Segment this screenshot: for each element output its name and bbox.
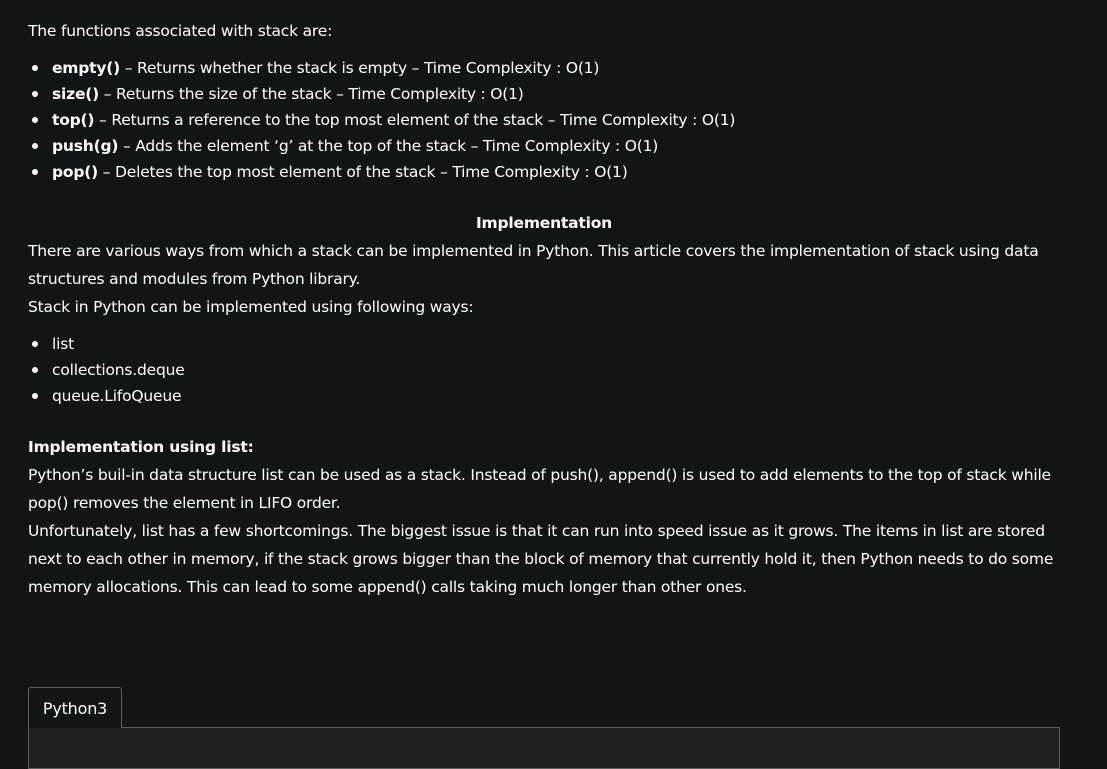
- list-item: pop() – Deletes the top most element of …: [28, 159, 735, 185]
- function-name: top(): [52, 111, 95, 129]
- bullet-icon: [32, 143, 38, 149]
- way-label: queue.LifoQueue: [52, 387, 182, 405]
- code-panel: [28, 727, 1060, 769]
- list-paragraph-1: Python’s buil-in data structure list can…: [28, 466, 1051, 512]
- function-description: – Returns whether the stack is empty – T…: [120, 59, 600, 77]
- list-item: size() – Returns the size of the stack –…: [28, 81, 735, 107]
- way-label: list: [52, 335, 74, 353]
- ways-list: list collections.deque queue.LifoQueue: [28, 331, 185, 409]
- list-item: queue.LifoQueue: [28, 383, 185, 409]
- function-name: push(g): [52, 137, 119, 155]
- bullet-icon: [32, 393, 38, 399]
- way-label: collections.deque: [52, 361, 185, 379]
- ways-intro-text: Stack in Python can be implemented using…: [28, 298, 474, 316]
- function-description: – Returns a reference to the top most el…: [94, 111, 736, 129]
- implementation-heading: Implementation: [475, 214, 612, 232]
- list-item: empty() – Returns whether the stack is e…: [28, 55, 735, 81]
- function-description: – Deletes the top most element of the st…: [98, 163, 628, 181]
- function-description: – Adds the element ‘g’ at the top of the…: [118, 137, 659, 155]
- bullet-icon: [32, 65, 38, 71]
- list-implementation-heading: Implementation using list:: [28, 438, 254, 456]
- bullet-icon: [32, 91, 38, 97]
- list-item: collections.deque: [28, 357, 185, 383]
- functions-list: empty() – Returns whether the stack is e…: [28, 55, 735, 185]
- code-tabs: Python3: [28, 687, 1060, 769]
- function-name: size(): [52, 85, 100, 103]
- bullet-icon: [32, 341, 38, 347]
- tab-python3[interactable]: Python3: [28, 687, 122, 728]
- bullet-icon: [32, 169, 38, 175]
- list-item: list: [28, 331, 185, 357]
- function-description: – Returns the size of the stack – Time C…: [99, 85, 524, 103]
- list-item: push(g) – Adds the element ‘g’ at the to…: [28, 133, 735, 159]
- function-name: empty(): [52, 59, 121, 77]
- bullet-icon: [32, 117, 38, 123]
- implementation-paragraph: There are various ways from which a stac…: [28, 242, 1039, 288]
- list-paragraph-2: Unfortunately, list has a few shortcomin…: [28, 522, 1054, 596]
- bullet-icon: [32, 367, 38, 373]
- list-item: top() – Returns a reference to the top m…: [28, 107, 735, 133]
- intro-text: The functions associated with stack are:: [28, 22, 333, 40]
- function-name: pop(): [52, 163, 99, 181]
